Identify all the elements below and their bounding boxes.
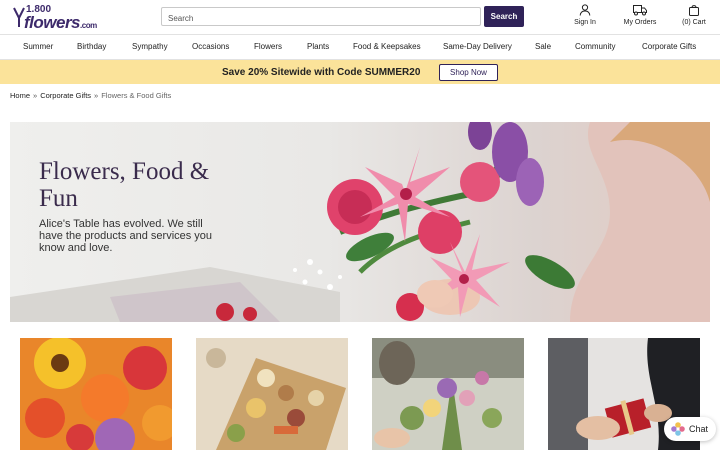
nav-item-sale[interactable]: Sale xyxy=(535,42,551,51)
search-input[interactable] xyxy=(162,10,480,27)
nav-item-food-keepsakes[interactable]: Food & Keepsakes xyxy=(353,42,421,51)
promo-banner: Save 20% Sitewide with Code SUMMER20 Sho… xyxy=(0,60,720,84)
main-nav: Summer Birthday Sympathy Occasions Flowe… xyxy=(0,35,720,59)
my-orders-button[interactable]: My Orders xyxy=(620,4,660,30)
chat-label: Chat xyxy=(689,424,709,434)
nav-item-community[interactable]: Community xyxy=(575,42,615,51)
shopping-bag-icon xyxy=(689,5,699,16)
charcuterie-board-image xyxy=(196,338,348,450)
nav-item-birthday[interactable]: Birthday xyxy=(77,42,106,51)
nav-item-corporate-gifts[interactable]: Corporate Gifts xyxy=(642,42,696,51)
chat-flower-icon xyxy=(671,422,685,436)
product-tile-flowers[interactable] xyxy=(20,338,172,450)
search-button[interactable]: Search xyxy=(484,6,524,27)
nav-item-occasions[interactable]: Occasions xyxy=(192,42,229,51)
my-orders-label: My Orders xyxy=(623,19,657,26)
floral-workshop-image xyxy=(372,338,524,450)
nav-item-same-day-delivery[interactable]: Same-Day Delivery xyxy=(443,42,512,51)
search-field xyxy=(161,7,481,27)
logo-wordmark: flowers.com xyxy=(24,13,97,32)
cart-button[interactable]: (0) Cart xyxy=(676,4,712,30)
cart-label: (0) Cart xyxy=(682,19,706,26)
site-header: 1.800 flowers.com Search Sign In My Orde… xyxy=(0,0,720,34)
nav-item-flowers[interactable]: Flowers xyxy=(254,42,282,51)
breadcrumb-corporate-gifts[interactable]: Corporate Gifts xyxy=(40,91,91,100)
brand-logo[interactable]: 1.800 flowers.com xyxy=(12,4,97,32)
product-tile-food[interactable] xyxy=(196,338,348,450)
sign-in-button[interactable]: Sign In xyxy=(566,4,604,30)
truck-icon xyxy=(633,5,647,16)
product-tile-events[interactable] xyxy=(372,338,524,450)
hero-banner: Flowers, Food & Fun Alice's Table has ev… xyxy=(10,122,710,322)
nav-item-plants[interactable]: Plants xyxy=(307,42,329,51)
promo-text: Save 20% Sitewide with Code SUMMER20 xyxy=(222,67,421,78)
shop-now-button[interactable]: Shop Now xyxy=(439,64,498,81)
sign-in-label: Sign In xyxy=(574,19,596,26)
nav-item-sympathy[interactable]: Sympathy xyxy=(132,42,168,51)
user-icon xyxy=(579,4,591,16)
breadcrumb-home[interactable]: Home xyxy=(10,91,30,100)
chat-button[interactable]: Chat xyxy=(664,417,716,441)
breadcrumb-separator: » xyxy=(94,91,99,100)
breadcrumb-current: Flowers & Food Gifts xyxy=(101,91,172,100)
nav-item-summer[interactable]: Summer xyxy=(23,42,53,51)
hero-title: Flowers, Food & Fun xyxy=(39,158,210,212)
bouquet-image xyxy=(20,338,172,450)
hero-subtitle: Alice's Table has evolved. We still have… xyxy=(39,218,213,254)
breadcrumb-separator: » xyxy=(33,91,38,100)
breadcrumb: Home» Corporate Gifts» Flowers & Food Gift… xyxy=(10,91,171,100)
